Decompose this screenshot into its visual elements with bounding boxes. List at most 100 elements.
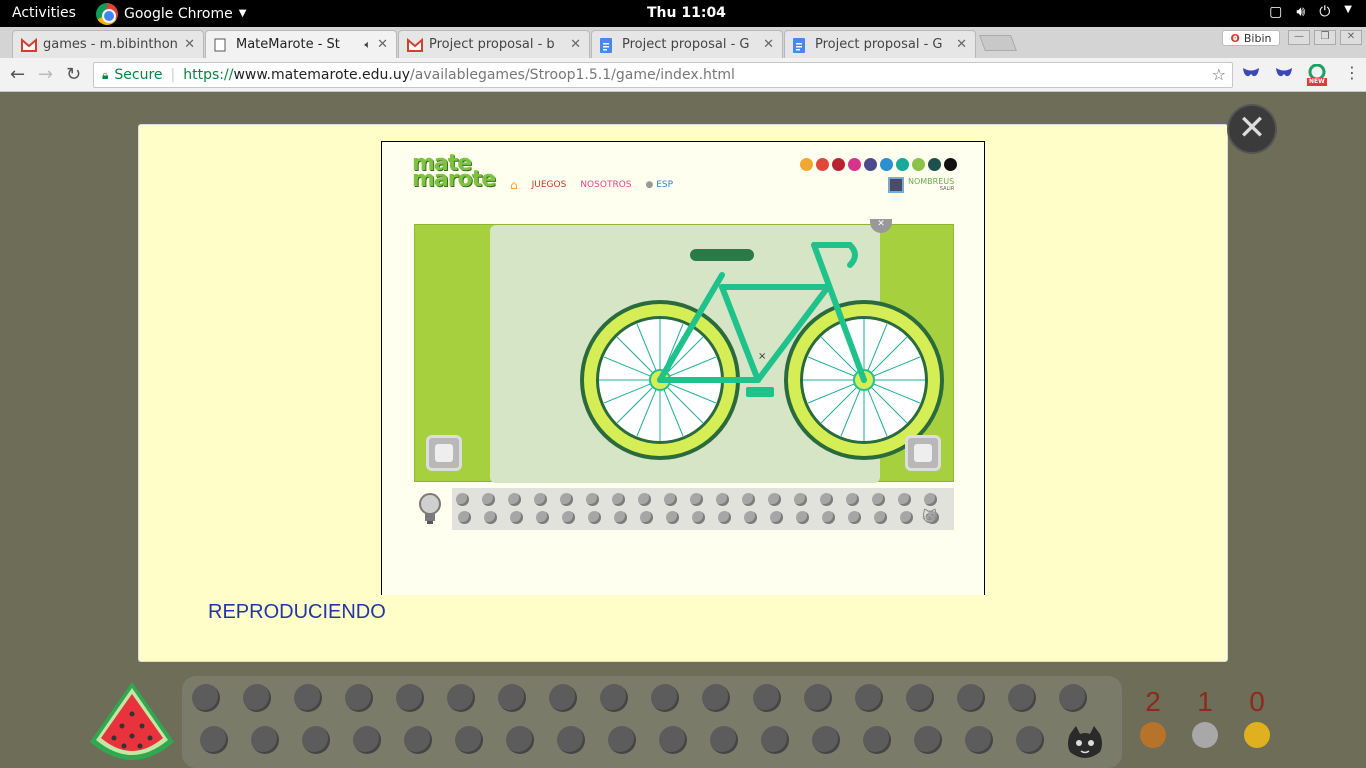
close-icon[interactable]: ✕ bbox=[184, 37, 195, 52]
speaker-icon[interactable]: 🔈︎ bbox=[364, 38, 371, 52]
menu-kebab-icon[interactable]: ⋮ bbox=[1344, 63, 1360, 82]
tab-project-proposal-docs-2[interactable]: Project proposal - G ✕ bbox=[784, 30, 976, 58]
tab-matemarote[interactable]: MateMarote - St 🔈︎ ✕ bbox=[205, 30, 397, 58]
close-icon[interactable]: ✕ bbox=[1227, 104, 1277, 154]
yarn-ball-icon bbox=[640, 511, 653, 524]
theme-color-picker[interactable] bbox=[800, 158, 957, 171]
secure-label[interactable]: Secure bbox=[114, 67, 162, 83]
new-tab-button[interactable] bbox=[979, 35, 1017, 51]
theme-color-dot[interactable] bbox=[912, 158, 925, 171]
docs-icon bbox=[793, 37, 809, 53]
bookmark-star-icon[interactable]: ☆ bbox=[1212, 65, 1226, 84]
yarn-ball-icon bbox=[659, 726, 687, 754]
close-icon[interactable]: ✕ bbox=[956, 37, 967, 52]
chevron-down-icon[interactable]: ▼ bbox=[1344, 4, 1352, 20]
browser-toolbar: ← → ↻ 🔒︎ Secure | https:// www.matemarot… bbox=[0, 58, 1366, 92]
yarn-ball-icon bbox=[906, 684, 934, 712]
divider: | bbox=[170, 67, 176, 83]
score-value: 0 bbox=[1249, 686, 1265, 717]
profile-button[interactable]: ʘ Bibin bbox=[1222, 30, 1280, 46]
app-menu[interactable]: Google Chrome ▼ bbox=[96, 0, 246, 27]
nav-nosotros[interactable]: NOSOTROS bbox=[580, 180, 631, 190]
close-icon[interactable]: ✕ bbox=[763, 37, 774, 52]
yarn-ball-icon bbox=[744, 511, 757, 524]
profile-icon: ʘ bbox=[1230, 31, 1240, 45]
volume-icon[interactable]: 🔊︎ bbox=[1296, 4, 1305, 20]
yarn-ball-icon bbox=[243, 684, 271, 712]
logo-line: marote bbox=[412, 167, 496, 192]
theme-color-dot[interactable] bbox=[896, 158, 909, 171]
bicycle-image: × bbox=[580, 242, 944, 460]
chevron-down-icon: ▼ bbox=[238, 8, 247, 19]
close-icon[interactable]: ✕ bbox=[377, 37, 388, 52]
yarn-ball-icon bbox=[702, 684, 730, 712]
right-response-button[interactable] bbox=[905, 435, 941, 471]
yarn-ball-icon bbox=[192, 684, 220, 712]
yarn-ball-icon bbox=[770, 511, 783, 524]
docs-icon bbox=[600, 37, 616, 53]
yarn-ball-icon bbox=[586, 493, 599, 506]
back-arrow-icon[interactable]: ← bbox=[10, 64, 25, 85]
yarn-ball-icon bbox=[690, 493, 703, 506]
bicycle-seat bbox=[690, 249, 754, 261]
yarn-ball-icon bbox=[612, 493, 625, 506]
yarn-ball-icon bbox=[692, 511, 705, 524]
left-response-button[interactable] bbox=[426, 435, 462, 471]
watermelon-icon bbox=[90, 682, 174, 760]
user-name[interactable]: NOMBREUS bbox=[908, 177, 954, 186]
close-icon[interactable]: ✕ bbox=[570, 37, 581, 52]
clock[interactable]: Thu 11:04 bbox=[647, 5, 726, 21]
home-icon[interactable]: ⌂ bbox=[510, 178, 518, 192]
site-nav: ⌂ JUEGOS NOSOTROS ● ESP bbox=[510, 178, 673, 192]
tab-project-proposal-docs-1[interactable]: Project proposal - G ✕ bbox=[591, 30, 783, 58]
game-frame: mate marote ⌂ JUEGOS NOSOTROS ● ESP NOMB… bbox=[381, 141, 985, 595]
theme-color-dot[interactable] bbox=[848, 158, 861, 171]
mask-extension-icon[interactable] bbox=[1275, 66, 1293, 82]
new-extension-icon[interactable]: NEW bbox=[1306, 63, 1328, 90]
minimize-button[interactable]: — bbox=[1288, 30, 1310, 45]
yarn-ball-icon bbox=[1008, 684, 1036, 712]
activities-button[interactable]: Activities bbox=[12, 5, 76, 21]
yarn-ball-icon bbox=[914, 726, 942, 754]
score-silver: 1 bbox=[1190, 686, 1220, 748]
power-icon[interactable]: ⏻ bbox=[1319, 4, 1330, 20]
theme-color-dot[interactable] bbox=[880, 158, 893, 171]
yarn-ball-icon bbox=[549, 684, 577, 712]
yarn-ball-icon bbox=[1059, 684, 1087, 712]
yarn-ball-icon bbox=[965, 726, 993, 754]
game-stage: × ✕ bbox=[414, 219, 954, 483]
theme-color-dot[interactable] bbox=[928, 158, 941, 171]
yarn-ball-icon bbox=[510, 511, 523, 524]
system-tray[interactable]: ▢ 🔊︎ ⏻ ▼ bbox=[1269, 4, 1352, 20]
bicycle-pedal bbox=[746, 387, 774, 397]
yarn-ball-icon bbox=[600, 684, 628, 712]
url-path: /availablegames/Stroop1.5.1/game/index.h… bbox=[410, 67, 735, 83]
matemarote-logo[interactable]: mate marote bbox=[412, 153, 496, 192]
nav-language[interactable]: ● ESP bbox=[646, 180, 674, 190]
address-bar[interactable]: 🔒︎ Secure | https:// www.matemarote.edu.… bbox=[93, 62, 1233, 88]
nav-juegos[interactable]: JUEGOS bbox=[532, 180, 567, 190]
tab-project-proposal-gmail[interactable]: Project proposal - b ✕ bbox=[398, 30, 590, 58]
tab-gmail-games[interactable]: games - m.bibinthon ✕ bbox=[12, 30, 204, 58]
yarn-ball-icon bbox=[718, 511, 731, 524]
theme-color-dot[interactable] bbox=[800, 158, 813, 171]
window-icon[interactable]: ▢ bbox=[1269, 4, 1282, 20]
theme-color-dot[interactable] bbox=[944, 158, 957, 171]
theme-color-dot[interactable] bbox=[832, 158, 845, 171]
lock-icon[interactable]: 🔒︎ bbox=[102, 68, 108, 83]
reload-icon[interactable]: ↻ bbox=[66, 64, 81, 85]
logout-link[interactable]: SALIR bbox=[908, 186, 954, 192]
theme-color-dot[interactable] bbox=[864, 158, 877, 171]
profile-name: Bibin bbox=[1243, 31, 1272, 45]
window-close-button[interactable]: ✕ bbox=[1340, 30, 1362, 45]
yarn-ball-icon bbox=[353, 726, 381, 754]
yarn-ball-icon bbox=[560, 493, 573, 506]
forward-arrow-icon[interactable]: → bbox=[38, 64, 53, 85]
theme-color-dot[interactable] bbox=[816, 158, 829, 171]
maximize-button[interactable]: ❐ bbox=[1314, 30, 1336, 45]
mask-extension-icon[interactable] bbox=[1242, 66, 1260, 82]
lightbulb-icon[interactable] bbox=[418, 492, 442, 526]
bronze-medal-icon bbox=[1140, 722, 1166, 748]
tab-strip: games - m.bibinthon ✕ MateMarote - St 🔈︎… bbox=[0, 27, 1366, 58]
avatar[interactable] bbox=[888, 177, 904, 193]
